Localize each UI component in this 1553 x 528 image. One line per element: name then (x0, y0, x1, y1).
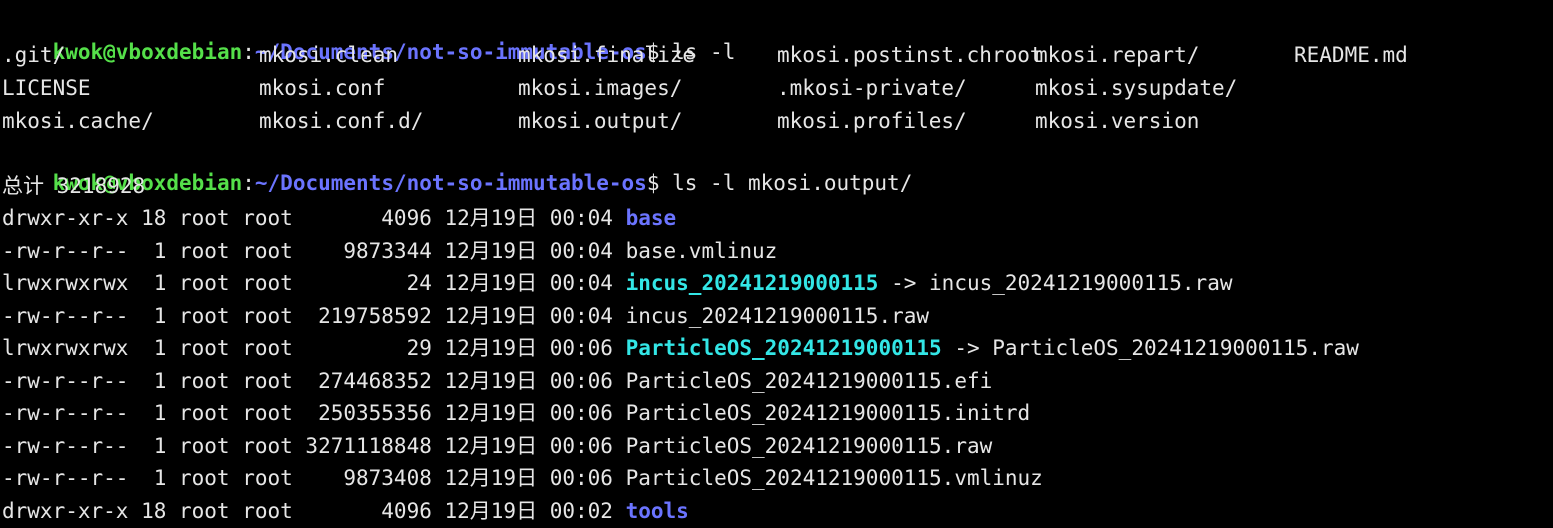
terminal-window[interactable]: kwok@vboxdebian:~/Documents/not-so-immut… (0, 0, 1553, 528)
listing-meta: -rw-r--r-- 1 root root 9873408 12月19日 00… (2, 466, 626, 490)
listing-meta: -rw-r--r-- 1 root root 3271118848 12月19日… (2, 433, 626, 458)
listing-row: -rw-r--r-- 1 root root 3271118848 12月19日… (2, 431, 992, 461)
ls-grid-entry: mkosi.finalize (518, 43, 696, 67)
ls-grid-entry: mkosi.cache/ (2, 109, 154, 133)
ls-grid-entry: mkosi.repart/ (1035, 43, 1200, 67)
ls-grid-entry: .mkosi-private/ (777, 76, 967, 100)
listing-row: lrwxrwxrwx 1 root root 29 12月19日 00:06 P… (2, 333, 1359, 363)
prompt-user-host: kwok@vboxdebian (52, 40, 243, 64)
ls-grid-entry: mkosi.output/ (518, 109, 683, 133)
listing-meta: -rw-r--r-- 1 root root 250355356 12月19日 … (2, 401, 626, 425)
prompt-symbol: $ (646, 171, 660, 195)
symlink-name: incus_20241219000115 (625, 271, 879, 295)
listing-meta: -rw-r--r-- 1 root root 9873344 12月19日 00… (2, 238, 626, 263)
symlink-name: ParticleOS_20241219000115 (625, 336, 942, 360)
listing-row: -rw-r--r-- 1 root root 219758592 12月19日 … (2, 301, 929, 331)
listing-meta: drwxr-xr-x 18 root root 4096 12月19日 00:0… (2, 206, 626, 230)
file-name: ParticleOS_20241219000115.raw (625, 433, 993, 458)
listing-meta: -rw-r--r-- 1 root root 219758592 12月19日 … (2, 303, 626, 328)
directory-name: base (625, 206, 677, 230)
listing-meta: -rw-r--r-- 1 root root 274468352 12月19日 … (2, 368, 626, 393)
listing-row: -rw-r--r-- 1 root root 9873408 12月19日 00… (2, 463, 1043, 493)
listing-row: drwxr-xr-x 18 root root 4096 12月19日 00:0… (2, 203, 676, 233)
ls-grid-entry: README.md (1294, 43, 1408, 67)
file-name: ParticleOS_20241219000115.vmlinuz (625, 466, 1043, 490)
ls-grid-entry: mkosi.conf (259, 76, 386, 100)
ls-grid-entry: mkosi.conf.d/ (259, 109, 424, 133)
listing-row: -rw-r--r-- 1 root root 250355356 12月19日 … (2, 398, 1030, 428)
listing-row: -rw-r--r-- 1 root root 274468352 12月19日 … (2, 366, 992, 396)
symlink-target: -> incus_20241219000115.raw (878, 271, 1233, 295)
file-name: base.vmlinuz (625, 238, 778, 263)
file-name: incus_20241219000115.raw (625, 303, 930, 328)
file-name: ParticleOS_20241219000115.initrd (625, 401, 1031, 425)
prompt-path: ~/Documents/not-so-immutable-os (254, 171, 647, 195)
file-name: ParticleOS_20241219000115.efi (625, 368, 993, 393)
ls-grid-entry: mkosi.postinst.chroot (777, 43, 1043, 67)
listing-row: lrwxrwxrwx 1 root root 24 12月19日 00:04 i… (2, 268, 1232, 298)
directory-name: tools (625, 498, 689, 523)
prompt-command: ls -l mkosi.output/ (659, 171, 913, 195)
ls-grid-entry: mkosi.sysupdate/ (1035, 76, 1238, 100)
ls-grid-entry: mkosi.clean (259, 43, 399, 67)
prompt-separator: : (242, 171, 255, 195)
listing-meta: lrwxrwxrwx 1 root root 29 12月19日 00:06 (2, 336, 626, 360)
listing-row: drwxr-xr-x 18 root root 4096 12月19日 00:0… (2, 496, 689, 526)
listing-meta: drwxr-xr-x 18 root root 4096 12月19日 00:0… (2, 498, 626, 523)
prompt-line-2: kwok@vboxdebian:~/Documents/not-so-immut… (2, 138, 913, 195)
ls-grid-entry: mkosi.images/ (518, 76, 683, 100)
ls-grid-entry: LICENSE (2, 76, 91, 100)
listing-row: -rw-r--r-- 1 root root 9873344 12月19日 00… (2, 236, 777, 266)
prompt-separator: : (242, 40, 255, 64)
listing-meta: lrwxrwxrwx 1 root root 24 12月19日 00:04 (2, 271, 626, 295)
total-line: 总计 3218928 (2, 174, 146, 198)
ls-grid-entry: mkosi.profiles/ (777, 109, 967, 133)
ls-grid-entry: .git/ (2, 43, 66, 67)
symlink-target: -> ParticleOS_20241219000115.raw (941, 336, 1359, 360)
prompt-line-1: kwok@vboxdebian:~/Documents/not-so-immut… (2, 7, 736, 64)
ls-grid-entry: mkosi.version (1035, 109, 1200, 133)
